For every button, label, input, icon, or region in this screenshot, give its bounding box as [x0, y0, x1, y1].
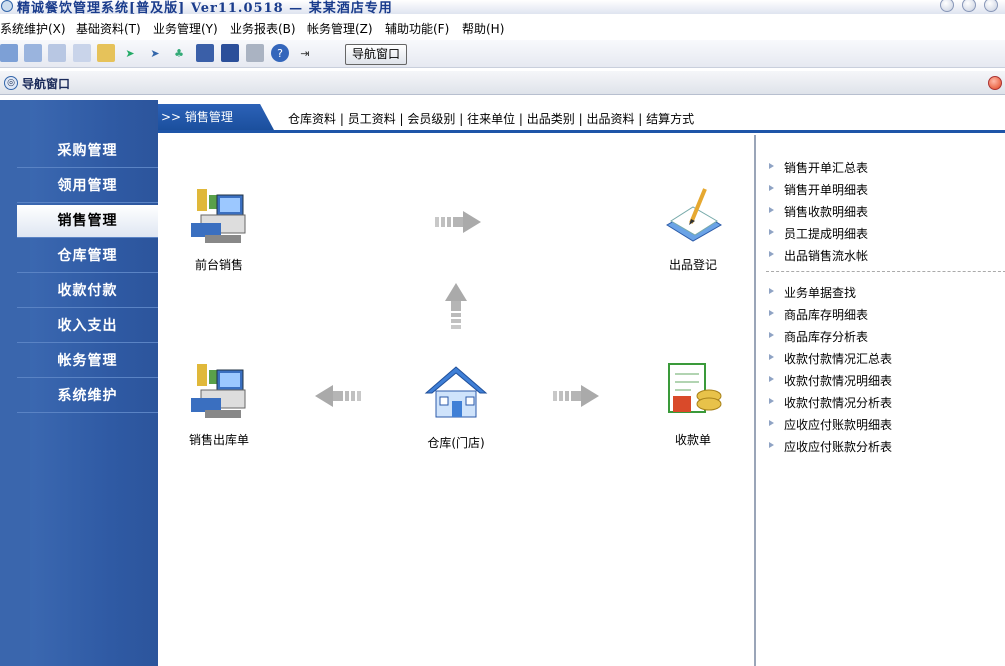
link-product-info[interactable]: 出品资料	[586, 112, 634, 126]
sidebar-item-purchase[interactable]: 采购管理	[17, 135, 158, 168]
menu-accounts[interactable]: 帐务管理(Z)	[307, 20, 373, 37]
menu-tools[interactable]: 辅助功能(F)	[385, 20, 449, 37]
report-link[interactable]: 业务单据查找	[768, 284, 856, 301]
house-icon	[424, 366, 488, 418]
nav-window-header: ◎ 导航窗口	[0, 71, 1005, 95]
menu-help[interactable]: 帮助(H)	[462, 20, 504, 37]
exit-icon[interactable]: ⇥	[296, 44, 314, 62]
toolbar: ➤ ➤ ♣ ? ⇥ 导航窗口	[0, 40, 1005, 68]
quick-links: 仓库资料 | 员工资料 | 会员级别 | 往来单位 | 出品类别 | 出品资料 …	[288, 112, 695, 126]
report-link[interactable]: 收款付款情况分析表	[768, 394, 892, 411]
form-icon[interactable]	[24, 44, 42, 62]
minimize-button[interactable]	[940, 0, 954, 12]
report-link[interactable]: 销售开单汇总表	[768, 159, 868, 176]
refresh-icon[interactable]: ➤	[121, 44, 139, 62]
node-warehouse-label: 仓库(门店)	[427, 436, 485, 450]
register-icon	[666, 188, 722, 242]
forward-icon[interactable]: ➤	[146, 44, 164, 62]
arrow-left-icon	[315, 385, 361, 410]
report-link[interactable]: 出品销售流水帐	[768, 247, 868, 264]
link-member-level[interactable]: 会员级别	[407, 112, 455, 126]
save-icon[interactable]	[221, 44, 239, 62]
sidebar-item-system[interactable]: 系统维护	[17, 380, 158, 413]
menu-basic-data[interactable]: 基础资料(T)	[76, 20, 141, 37]
node-warehouse[interactable]: 仓库(门店)	[411, 363, 501, 451]
window-title: 精诚餐饮管理系统[普及版] Ver11.0518 — 某某酒店专用	[17, 1, 393, 16]
node-receipt-label: 收款单	[674, 433, 711, 447]
sidebar-item-requisition[interactable]: 领用管理	[17, 170, 158, 203]
reports-divider	[766, 271, 1005, 272]
tab-bar: >> 销售管理 仓库资料 | 员工资料 | 会员级别 | 往来单位 | 出品类别…	[158, 100, 1005, 135]
receipt-icon	[668, 363, 722, 413]
help-icon[interactable]: ?	[271, 44, 289, 62]
tab-underline	[158, 130, 1005, 133]
node-receipt[interactable]: 收款单	[648, 360, 738, 448]
node-front-sales[interactable]: 前台销售	[174, 185, 264, 273]
node-output-register-label: 出品登记	[668, 258, 717, 272]
cashier-icon	[191, 189, 246, 243]
sidebar: 采购管理 领用管理 销售管理 仓库管理 收款付款 收入支出 帐务管理 系统维护	[0, 100, 158, 666]
menu-system[interactable]: 系统维护(X)	[0, 20, 66, 37]
report-link[interactable]: 商品库存分析表	[768, 328, 868, 345]
report-link[interactable]: 收款付款情况明细表	[768, 372, 892, 389]
link-product-category[interactable]: 出品类别	[527, 112, 575, 126]
users-icon[interactable]: ♣	[170, 44, 188, 62]
report-link[interactable]: 应收应付账款明细表	[768, 416, 892, 433]
menu-reports[interactable]: 业务报表(B)	[230, 20, 296, 37]
sidebar-item-warehouse[interactable]: 仓库管理	[17, 240, 158, 273]
arrow-up-icon	[445, 283, 467, 334]
menu-business[interactable]: 业务管理(Y)	[153, 20, 218, 37]
sidebar-item-income-expense[interactable]: 收入支出	[17, 310, 158, 343]
workflow-canvas: 前台销售 出品登记 销售出库单 仓库(门店) 收款单	[160, 135, 754, 666]
folder-icon[interactable]	[97, 44, 115, 62]
report-link[interactable]: 销售收款明细表	[768, 203, 868, 220]
sidebar-item-payments[interactable]: 收款付款	[17, 275, 158, 308]
window-icon[interactable]	[48, 44, 66, 62]
link-staff[interactable]: 员工资料	[348, 112, 396, 126]
link-warehouse[interactable]: 仓库资料	[288, 112, 336, 126]
sidebar-item-sales[interactable]: 销售管理	[17, 205, 158, 238]
node-front-sales-label: 前台销售	[194, 258, 243, 272]
grid-icon[interactable]	[0, 44, 18, 62]
node-output-register[interactable]: 出品登记	[648, 185, 738, 273]
sales-out-icon	[191, 364, 246, 418]
link-partners[interactable]: 往来单位	[467, 112, 515, 126]
nav-window-title: 导航窗口	[22, 77, 71, 91]
menu-bar: 系统维护(X) 基础资料(T) 业务管理(Y) 业务报表(B) 帐务管理(Z) …	[0, 18, 1005, 38]
nav-window-close-button[interactable]	[988, 76, 1002, 90]
print-icon[interactable]	[246, 44, 264, 62]
title-bar: 精诚餐饮管理系统[普及版] Ver11.0518 — 某某酒店专用	[0, 0, 1005, 16]
link-settlement[interactable]: 结算方式	[646, 112, 694, 126]
report-link[interactable]: 员工提成明细表	[768, 225, 868, 242]
search-window-icon[interactable]	[73, 44, 91, 62]
nav-window-icon: ◎	[4, 76, 18, 90]
reports-panel: 销售开单汇总表 销售开单明细表 销售收款明细表 员工提成明细表 出品销售流水帐 …	[754, 135, 1005, 666]
report-link[interactable]: 收款付款情况汇总表	[768, 350, 892, 367]
report-link[interactable]: 商品库存明细表	[768, 306, 868, 323]
app-icon	[1, 0, 13, 12]
arrow-right-icon-2	[553, 385, 599, 410]
node-sales-out[interactable]: 销售出库单	[174, 360, 264, 448]
close-button[interactable]	[984, 0, 998, 12]
nav-window-button[interactable]: 导航窗口	[345, 44, 407, 65]
maximize-button[interactable]	[962, 0, 976, 12]
sidebar-item-accounts[interactable]: 帐务管理	[17, 345, 158, 378]
monitor-icon[interactable]	[196, 44, 214, 62]
node-sales-out-label: 销售出库单	[188, 433, 249, 447]
report-link[interactable]: 销售开单明细表	[768, 181, 868, 198]
arrow-right-icon	[435, 211, 481, 236]
tab-sales[interactable]: >> 销售管理	[158, 104, 274, 130]
report-link[interactable]: 应收应付账款分析表	[768, 438, 892, 455]
